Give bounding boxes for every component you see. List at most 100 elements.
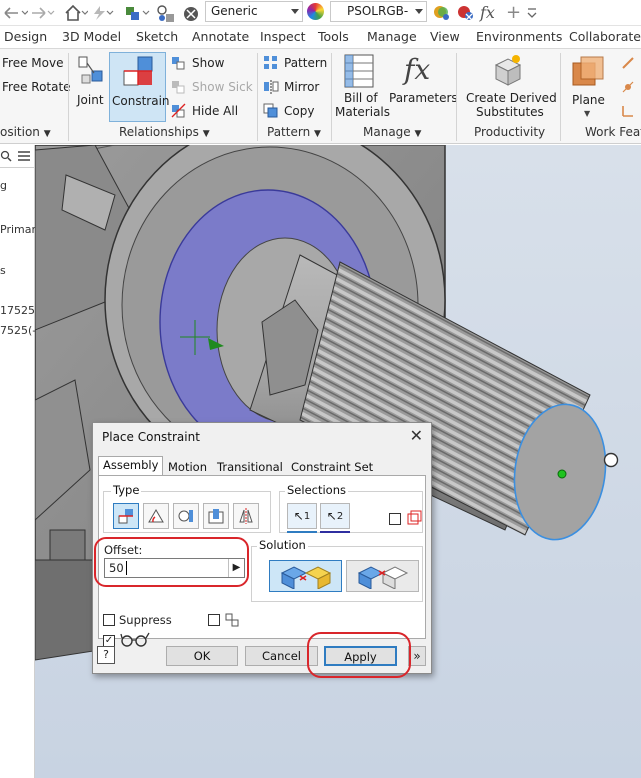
plus-icon[interactable]: + — [504, 1, 523, 23]
constrain-icon — [123, 56, 153, 86]
show-button[interactable]: Show — [192, 56, 224, 70]
free-rotate-button[interactable]: Free Rotate — [2, 80, 71, 94]
tab-design[interactable]: Design — [4, 29, 47, 44]
insert-icon — [208, 509, 224, 524]
constrain-button[interactable]: Constrain — [109, 52, 170, 122]
hide-all-button[interactable]: Hide All — [192, 104, 238, 118]
search-icon[interactable] — [0, 150, 12, 162]
tab-sketch[interactable]: Sketch — [136, 29, 178, 44]
panel-title-work-features[interactable]: Work Feat — [585, 125, 641, 139]
clear-override-icon[interactable] — [180, 3, 204, 25]
plane-button[interactable]: Plane ▼ — [566, 53, 610, 121]
divider — [560, 53, 561, 141]
menu-icon[interactable] — [17, 150, 31, 162]
tab-environments[interactable]: Environments — [476, 29, 562, 44]
mate-solution-button[interactable] — [269, 560, 342, 592]
material-browser-icon[interactable] — [154, 3, 178, 25]
joint-button[interactable]: Joint — [72, 53, 110, 117]
tab-assembly[interactable]: Assembly — [98, 456, 164, 476]
tab-view[interactable]: View — [430, 29, 460, 44]
free-move-button[interactable]: Free Move — [2, 56, 63, 70]
redo-arrow-icon[interactable] — [28, 2, 58, 24]
clear-appearance-icon[interactable] — [454, 2, 478, 24]
browser-item[interactable]: Primar — [0, 223, 36, 236]
plane-label: Plane — [572, 93, 605, 107]
bill-of-materials-label-1: Bill of — [344, 91, 378, 105]
parameters-button[interactable]: fx Parameters — [387, 53, 458, 117]
work-point-icon[interactable] — [620, 79, 636, 95]
copy-icon — [263, 103, 278, 118]
mate-type-button[interactable] — [113, 503, 139, 529]
appearance-value: PSOLRGB- — [347, 4, 409, 18]
help-icon[interactable]: ? — [97, 646, 115, 664]
panel-title-productivity[interactable]: Productivity — [474, 125, 545, 139]
divider — [68, 53, 69, 141]
color-override-icon[interactable] — [430, 2, 454, 24]
tab-transitional[interactable]: Transitional — [213, 459, 287, 476]
flush-solution-button[interactable] — [346, 560, 419, 592]
ucs-icon[interactable] — [620, 103, 636, 119]
limits-icon — [225, 613, 239, 627]
panel-title-relationships[interactable]: Relationships ▼ — [119, 125, 210, 139]
apply-highlight-annotation — [307, 632, 411, 678]
insert-type-button[interactable] — [203, 503, 229, 529]
home-icon[interactable] — [62, 2, 90, 24]
return-icon[interactable] — [88, 2, 116, 24]
material-value: Generic — [211, 4, 258, 18]
derived-substitute-icon — [494, 55, 522, 86]
pattern-button[interactable]: Pattern — [284, 56, 327, 70]
panel-title-position[interactable]: osition ▼ — [0, 125, 51, 139]
tangent-icon — [178, 510, 193, 522]
selection-2-label: 2 — [336, 510, 344, 522]
constraint-handle[interactable] — [603, 452, 619, 468]
suppress-checkbox[interactable] — [103, 614, 115, 626]
appearance-ball-icon[interactable] — [307, 3, 324, 20]
browser-item[interactable]: s — [0, 264, 6, 277]
browser-divider — [0, 167, 35, 168]
pick-part-first-checkbox[interactable] — [389, 513, 401, 525]
show-icon — [172, 57, 185, 70]
center-point[interactable] — [557, 469, 567, 479]
work-axis-icon[interactable] — [620, 55, 636, 71]
ok-button[interactable]: OK — [166, 646, 238, 666]
copy-button[interactable]: Copy — [284, 104, 314, 118]
bill-of-materials-button[interactable]: Bill of Materials — [334, 53, 390, 121]
close-icon[interactable]: ✕ — [410, 426, 423, 445]
tab-constraint-set[interactable]: Constraint Set — [287, 459, 377, 476]
bill-of-materials-icon — [344, 54, 374, 88]
tab-3d-model[interactable]: 3D Model — [62, 29, 121, 44]
selection-2-button[interactable]: ↖ 2 — [320, 503, 350, 529]
pattern-icon — [264, 56, 277, 69]
tab-annotate[interactable]: Annotate — [192, 29, 249, 44]
limits-checkbox[interactable] — [208, 614, 220, 626]
panel-title-pattern[interactable]: Pattern ▼ — [267, 125, 321, 139]
undo-arrow-icon[interactable] — [0, 2, 30, 24]
mate-solution-icon — [280, 566, 331, 589]
create-derived-substitutes-button[interactable]: Create Derived Substitutes — [462, 53, 557, 121]
tab-tools[interactable]: Tools — [318, 29, 349, 44]
tangent-type-button[interactable] — [173, 503, 199, 529]
selection-1-button[interactable]: ↖ 1 — [287, 503, 317, 529]
solution-label: Solution — [257, 538, 308, 552]
browser-item[interactable]: g — [0, 179, 7, 192]
angle-type-button[interactable] — [143, 503, 169, 529]
joint-label: Joint — [77, 93, 104, 107]
divider — [456, 53, 457, 141]
quick-access-toolbar: Generic PSOLRGB- fx + — [0, 0, 641, 26]
tab-manage[interactable]: Manage — [367, 29, 417, 44]
tab-collaborate[interactable]: Collaborate — [569, 29, 641, 44]
mirror-button[interactable]: Mirror — [284, 80, 319, 94]
show-sick-button[interactable]: Show Sick — [192, 80, 253, 94]
symmetry-type-button[interactable] — [233, 503, 259, 529]
hide-all-icon — [171, 103, 186, 118]
panel-title-manage[interactable]: Manage ▼ — [363, 125, 421, 139]
fx-icon[interactable]: fx — [478, 1, 497, 23]
tab-inspect[interactable]: Inspect — [260, 29, 306, 44]
symmetry-icon — [239, 508, 253, 524]
tab-motion[interactable]: Motion — [164, 459, 211, 476]
select-icon[interactable] — [122, 2, 152, 24]
appearance-dropdown[interactable]: PSOLRGB- — [330, 1, 427, 22]
customize-icon[interactable] — [524, 3, 540, 25]
chevron-down-icon: ▼ — [202, 129, 210, 139]
material-dropdown[interactable]: Generic — [205, 1, 303, 22]
